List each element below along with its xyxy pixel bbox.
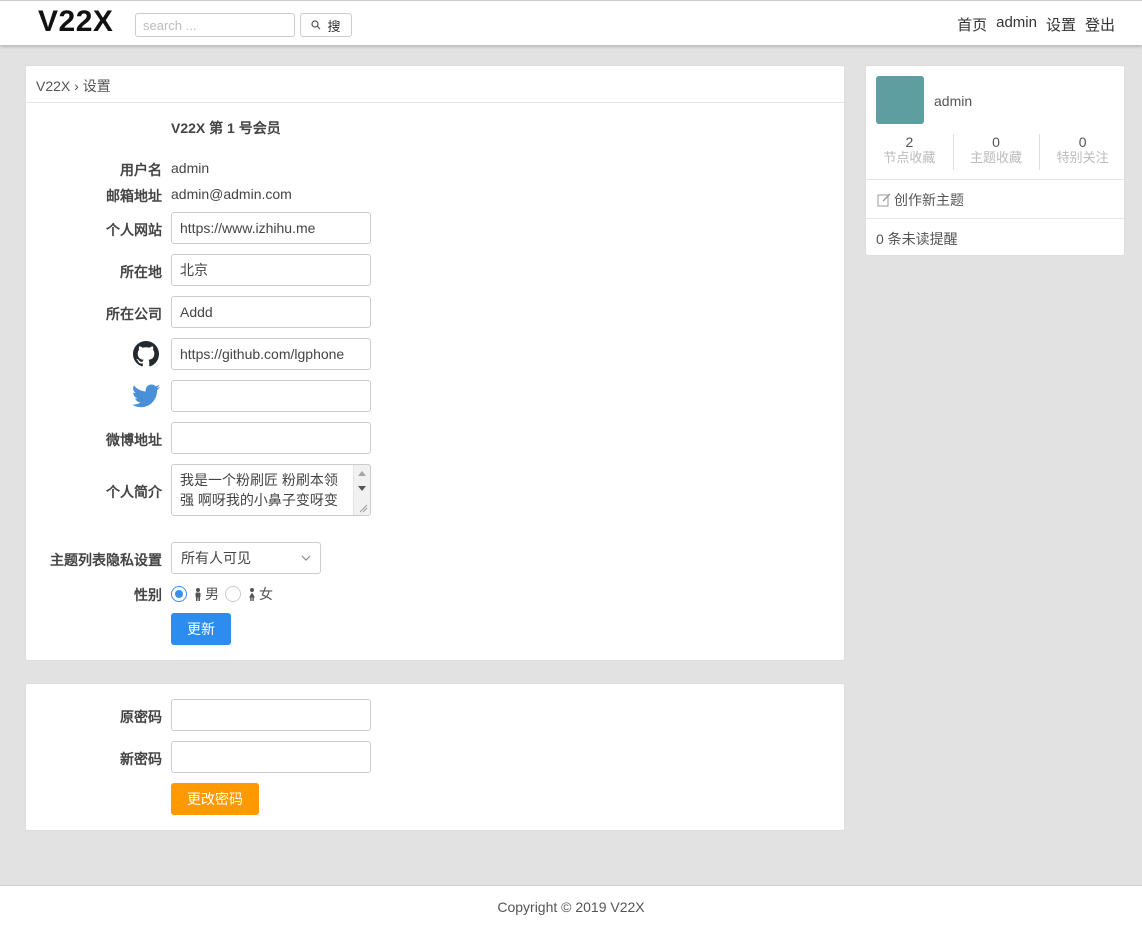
new-password-field[interactable]	[171, 741, 371, 773]
stat-node-favorites[interactable]: 2 节点收藏	[866, 134, 953, 170]
breadcrumb-home[interactable]: V22X	[36, 78, 70, 94]
stat-topic-favorites[interactable]: 0 主题收藏	[952, 134, 1040, 170]
stat-label: 节点收藏	[883, 150, 936, 165]
nav-settings[interactable]: 设置	[1046, 14, 1076, 35]
search-button-label: 搜	[327, 18, 341, 34]
breadcrumb-separator: ›	[74, 78, 79, 94]
email-label: 邮箱地址	[106, 188, 162, 204]
stat-label: 主题收藏	[970, 150, 1023, 165]
scroll-up-icon[interactable]	[358, 471, 366, 476]
gender-label: 性别	[134, 587, 162, 603]
stat-label: 特别关注	[1056, 150, 1109, 165]
old-password-field[interactable]	[171, 699, 371, 731]
stat-value: 0	[992, 134, 1000, 150]
privacy-selected-value: 所有人可见	[181, 550, 251, 566]
gender-female-label[interactable]: 女	[259, 584, 273, 604]
github-field[interactable]	[171, 338, 371, 370]
stat-value: 0	[1078, 134, 1087, 150]
search-button[interactable]: 搜	[300, 13, 352, 37]
male-icon	[195, 587, 201, 601]
new-topic-link[interactable]: 创作新主题	[877, 190, 964, 210]
search-input[interactable]	[135, 13, 295, 37]
twitter-field[interactable]	[171, 380, 371, 412]
gender-radio-group: 男 女	[171, 584, 273, 604]
location-label: 所在地	[120, 264, 162, 280]
footer: Copyright © 2019 V22X	[0, 885, 1142, 931]
nav-home[interactable]: 首页	[957, 14, 987, 35]
search-icon	[311, 20, 321, 30]
breadcrumb-current: 设置	[82, 78, 111, 94]
sidebar-username[interactable]: admin	[934, 93, 972, 109]
user-sidebar-card: admin 2 节点收藏 0 主题收藏 0 特别关注 创作新主题 0 条未读提醒	[865, 65, 1125, 256]
top-navbar: V22X 搜 首页 admin 设置 登出	[0, 0, 1142, 45]
new-password-label: 新密码	[120, 751, 162, 767]
location-field[interactable]	[171, 254, 371, 286]
stat-following[interactable]: 0 特别关注	[1039, 134, 1126, 170]
member-title: V22X 第 1 号会员	[171, 120, 281, 136]
breadcrumb: V22X › 设置	[26, 66, 844, 103]
copyright-text: Copyright © 2019 V22X	[497, 899, 645, 915]
female-icon	[249, 587, 255, 601]
email-value: admin@admin.com	[171, 186, 292, 202]
gender-male-radio[interactable]	[171, 586, 187, 602]
settings-card: V22X › 设置 V22X 第 1 号会员 用户名 admin 邮箱地址 ad…	[25, 65, 845, 661]
new-topic-label: 创作新主题	[894, 192, 964, 208]
username-value: admin	[171, 160, 210, 176]
company-label: 所在公司	[106, 306, 162, 322]
change-password-button[interactable]: 更改密码	[171, 783, 259, 815]
site-logo[interactable]: V22X	[38, 5, 113, 39]
gender-male-label[interactable]: 男	[205, 584, 219, 604]
username-label: 用户名	[120, 162, 162, 178]
nav-logout[interactable]: 登出	[1085, 14, 1115, 35]
unread-notifications-link[interactable]: 0 条未读提醒	[876, 229, 958, 249]
scroll-down-icon[interactable]	[358, 486, 366, 491]
bio-textarea[interactable]: 我是一个粉刷匠 粉刷本领强 啊呀我的小鼻子变呀变	[171, 464, 371, 516]
avatar[interactable]	[876, 76, 924, 124]
github-icon	[133, 341, 159, 367]
divider	[866, 179, 1124, 180]
weibo-field[interactable]	[171, 422, 371, 454]
company-field[interactable]	[171, 296, 371, 328]
website-label: 个人网站	[106, 222, 162, 238]
weibo-label: 微博地址	[106, 432, 162, 448]
website-field[interactable]	[171, 212, 371, 244]
privacy-label: 主题列表隐私设置	[50, 552, 162, 568]
bio-text: 我是一个粉刷匠 粉刷本领强 啊呀我的小鼻子变呀变	[180, 472, 338, 508]
resize-grip-icon[interactable]	[358, 503, 368, 513]
gender-female-radio[interactable]	[225, 586, 241, 602]
old-password-label: 原密码	[120, 709, 162, 725]
password-card: 原密码 新密码 更改密码	[25, 683, 845, 831]
edit-icon	[877, 193, 891, 207]
privacy-select[interactable]: 所有人可见	[171, 542, 321, 574]
update-button[interactable]: 更新	[171, 613, 231, 645]
bio-label: 个人简介	[106, 484, 162, 500]
divider	[866, 218, 1124, 219]
top-nav: 首页 admin 设置 登出	[957, 14, 1115, 35]
chevron-down-icon	[301, 555, 311, 561]
twitter-icon	[132, 384, 160, 408]
user-stats: 2 节点收藏 0 主题收藏 0 特别关注	[866, 134, 1126, 170]
stat-value: 2	[905, 134, 914, 150]
nav-user[interactable]: admin	[996, 14, 1037, 35]
